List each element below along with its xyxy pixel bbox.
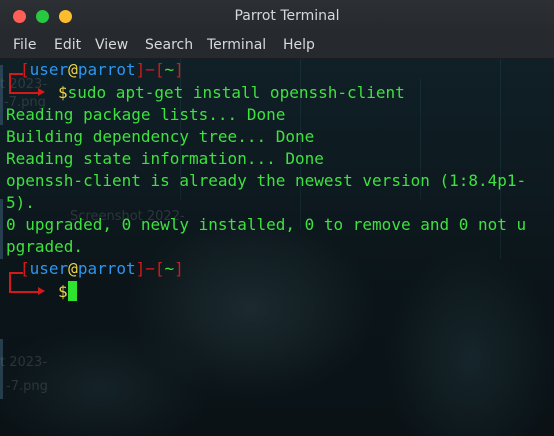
- prompt-host: parrot: [77, 259, 136, 278]
- title-bar[interactable]: Parrot Terminal: [0, 0, 554, 34]
- desktop-label: t 2023-: [0, 355, 48, 370]
- menu-view[interactable]: View: [95, 37, 128, 53]
- menu-help[interactable]: Help: [283, 37, 315, 53]
- prompt-line-1: [user@parrot]−[~]: [20, 59, 184, 81]
- command-line-2[interactable]: $: [58, 281, 77, 303]
- prompt-path: ~: [164, 60, 175, 79]
- prompt-bracket: ]: [135, 60, 146, 79]
- prompt-dollar: $: [58, 282, 68, 301]
- menu-bar: File Edit View Search Terminal Help: [0, 34, 554, 59]
- output-line: 0 upgraded, 0 newly installed, 0 to remo…: [6, 215, 527, 234]
- text-cursor: [67, 281, 77, 301]
- prompt-user: user: [29, 60, 69, 79]
- command-line-1: $sudo apt-get install openssh-client: [58, 82, 405, 104]
- output-line: pgraded.: [6, 237, 84, 256]
- output-line: Building dependency tree... Done: [6, 127, 315, 146]
- prompt-path: ~: [164, 259, 175, 278]
- desktop-icon-edge: [0, 65, 3, 125]
- window-title: Parrot Terminal: [234, 8, 340, 24]
- prompt-corner: [9, 280, 41, 293]
- prompt-bracket: ]: [174, 60, 184, 79]
- prompt-arrow-icon: [38, 88, 45, 96]
- desktop-icon-edge: [0, 199, 3, 259]
- prompt-corner: [9, 81, 41, 94]
- prompt-dollar: $: [58, 83, 68, 102]
- prompt-bracket: [: [20, 259, 30, 278]
- prompt-bracket: [: [154, 60, 165, 79]
- menu-terminal[interactable]: Terminal: [207, 37, 266, 53]
- prompt-arrow-icon: [38, 287, 45, 295]
- menu-file[interactable]: File: [13, 37, 36, 53]
- prompt-at: @: [68, 259, 78, 278]
- prompt-host: parrot: [77, 60, 136, 79]
- prompt-user: user: [29, 259, 69, 278]
- terminal-output-area[interactable]: t 2023- -7.png Screenshot 2022- t 2023- …: [0, 59, 554, 436]
- prompt-bracket: [: [20, 60, 30, 79]
- output-line: openssh-client is already the newest ver…: [6, 171, 527, 190]
- terminal-window[interactable]: Parrot Terminal File Edit View Search Te…: [0, 0, 554, 436]
- prompt-at: @: [68, 60, 78, 79]
- output-line: 5).: [6, 193, 35, 212]
- menu-edit[interactable]: Edit: [54, 37, 81, 53]
- prompt-dash: −: [145, 259, 155, 278]
- prompt-bracket: ]: [135, 259, 146, 278]
- prompt-bracket: [: [154, 259, 165, 278]
- command-text: sudo apt-get install openssh-client: [67, 83, 405, 102]
- menu-search[interactable]: Search: [145, 37, 193, 53]
- output-line: Reading state information... Done: [6, 149, 324, 168]
- desktop-label: -7.png: [6, 379, 48, 394]
- prompt-line-2: [user@parrot]−[~]: [20, 258, 184, 280]
- output-line: Reading package lists... Done: [6, 105, 286, 124]
- prompt-dash: −: [145, 60, 155, 79]
- prompt-bracket: ]: [174, 259, 184, 278]
